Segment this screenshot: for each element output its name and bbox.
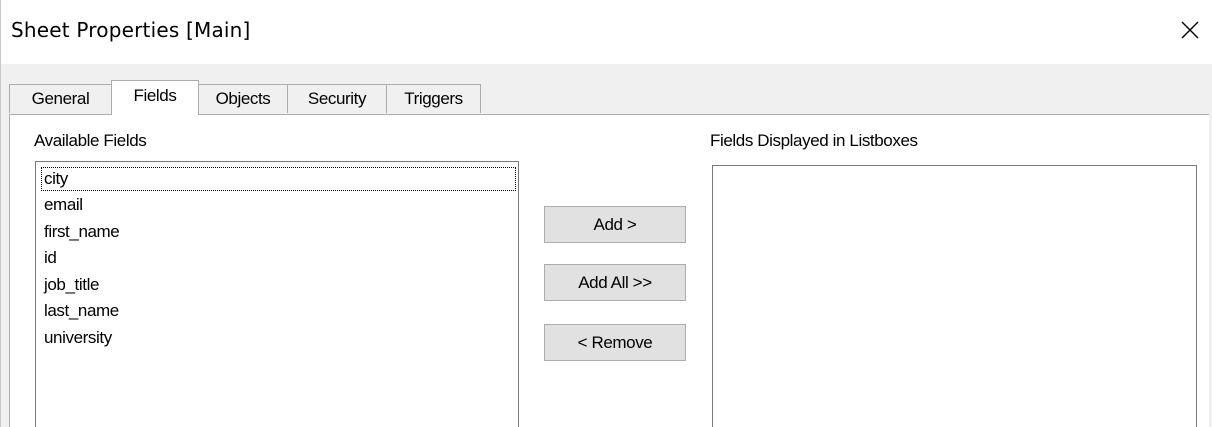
list-item-first-name[interactable]: first_name — [41, 220, 120, 244]
tab-triggers[interactable]: Triggers — [386, 84, 481, 113]
list-item-job-title[interactable]: job_title — [41, 273, 99, 297]
tab-objects-label: Objects — [215, 89, 271, 108]
tab-security[interactable]: Security — [287, 84, 387, 113]
list-item-id[interactable]: id — [41, 246, 57, 270]
close-button[interactable] — [1167, 8, 1212, 52]
title-bar: Sheet Properties [Main] — [1, 0, 1212, 64]
available-fields-list[interactable]: city email first_name id job_title last_… — [35, 161, 519, 427]
close-icon — [1181, 21, 1199, 39]
tab-fields-label: Fields — [133, 86, 177, 105]
fields-tab-panel: Available Fields city email first_name i… — [9, 114, 1209, 427]
dialog-title: Sheet Properties [Main] — [11, 18, 251, 42]
add-all-button[interactable]: Add All >> — [544, 264, 686, 301]
add-button[interactable]: Add > — [544, 206, 686, 243]
tab-triggers-label: Triggers — [404, 89, 463, 108]
remove-button[interactable]: < Remove — [544, 324, 686, 361]
tab-general-label: General — [31, 89, 90, 108]
sheet-properties-dialog: Sheet Properties [Main] General Fields O… — [0, 0, 1212, 427]
available-fields-label: Available Fields — [34, 131, 147, 150]
displayed-fields-label: Fields Displayed in Listboxes — [710, 131, 918, 150]
displayed-fields-list[interactable] — [712, 165, 1197, 427]
tab-fields[interactable]: Fields — [111, 80, 199, 115]
list-item-email[interactable]: email — [41, 193, 83, 217]
tab-general[interactable]: General — [9, 84, 112, 113]
list-item-city[interactable]: city — [41, 167, 516, 191]
dialog-client-area: General Fields Objects Security Triggers… — [1, 64, 1212, 427]
tab-objects[interactable]: Objects — [198, 84, 288, 113]
list-item-last-name[interactable]: last_name — [41, 299, 119, 323]
list-item-university[interactable]: university — [41, 326, 112, 350]
tab-security-label: Security — [307, 89, 367, 108]
